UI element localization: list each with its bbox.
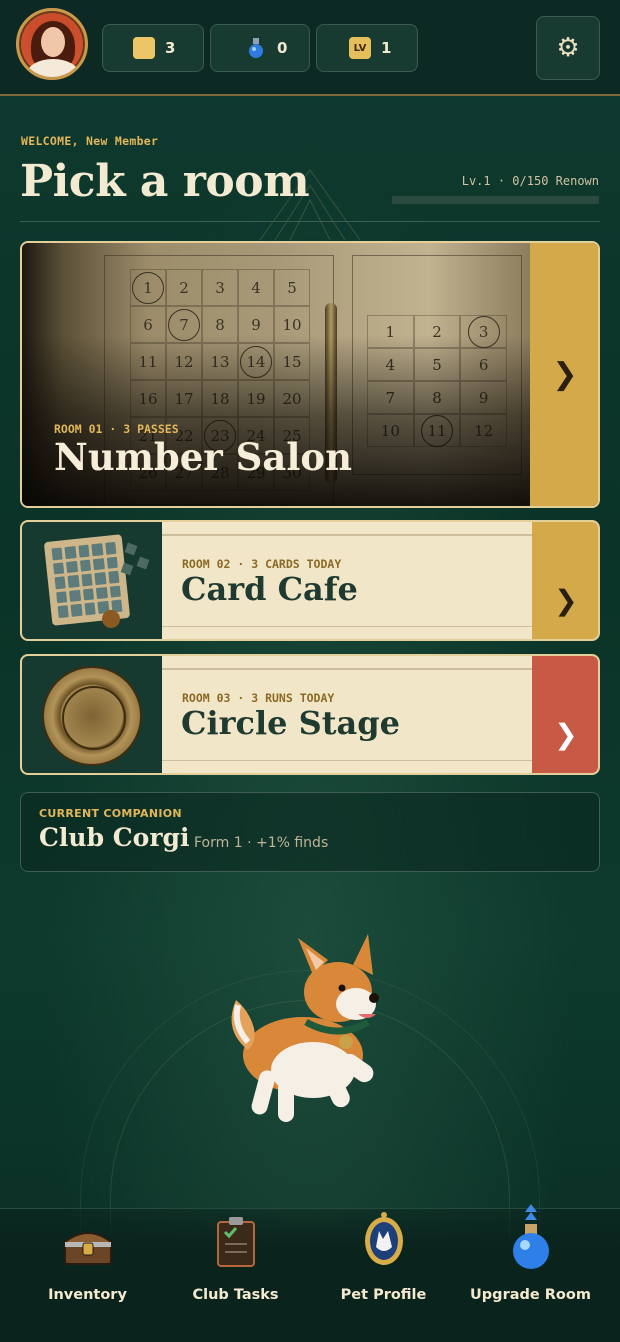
coin-count: 3 <box>165 39 176 57</box>
room-card-circle-stage[interactable]: ROOM 03 · 3 RUNS TODAY Circle Stage ❯ <box>20 654 600 775</box>
top-bar: 3 0 LV 1 ⚙ <box>0 0 620 96</box>
page-title: Pick a room <box>20 156 310 207</box>
companion-label: CURRENT COMPANION <box>39 807 182 820</box>
companion-name: Club Corgi <box>39 823 190 852</box>
circle-stage-thumbnail <box>22 656 162 773</box>
room-card-number-salon[interactable]: 1234567891011121314151617181920212223242… <box>20 241 600 508</box>
nav-pet-profile[interactable]: Pet Profile <box>306 1209 461 1342</box>
enter-room-button[interactable]: ❯ <box>532 522 598 639</box>
bottom-navigation: Inventory Club Tasks Pet Profile Upgrade… <box>0 1204 620 1342</box>
room-meta: ROOM 03 · 3 RUNS TODAY <box>182 691 335 705</box>
coin-icon <box>133 37 155 59</box>
nav-label: Upgrade Room <box>470 1287 591 1303</box>
potion-icon <box>245 37 267 59</box>
treasure-chest-icon <box>60 1209 116 1271</box>
potion-counter[interactable]: 0 <box>210 24 310 72</box>
room-name: Circle Stage <box>181 704 400 742</box>
chevron-right-icon: ❯ <box>554 718 578 751</box>
enter-room-button[interactable]: ❯ <box>530 243 598 506</box>
level-badge-icon: LV <box>349 37 371 59</box>
corgi-pet-image[interactable] <box>218 930 388 1130</box>
pet-medallion-icon <box>356 1209 412 1271</box>
potion-flask-icon <box>503 1204 559 1271</box>
nav-club-tasks[interactable]: Club Tasks <box>158 1209 313 1342</box>
potion-count: 0 <box>277 39 288 57</box>
companion-description: Form 1 · +1% finds <box>194 835 329 851</box>
room-meta: ROOM 02 · 3 CARDS TODAY <box>182 557 342 571</box>
renown-progress-bar <box>392 196 599 204</box>
level-indicator[interactable]: LV 1 <box>316 24 418 72</box>
gear-icon: ⚙ <box>556 33 580 63</box>
clipboard-icon <box>208 1209 264 1271</box>
bronze-disc-image <box>42 666 142 766</box>
nav-inventory[interactable]: Inventory <box>10 1209 165 1342</box>
player-avatar[interactable] <box>16 8 88 80</box>
nav-label: Inventory <box>48 1287 127 1303</box>
room-name: Card Cafe <box>181 570 358 608</box>
nav-upgrade-room[interactable]: Upgrade Room <box>453 1204 608 1342</box>
nav-label: Club Tasks <box>192 1287 279 1303</box>
renown-text: Lv.1 · 0/150 Renown <box>461 174 599 188</box>
room-meta: ROOM 01 · 3 PASSES <box>54 422 179 436</box>
chevron-right-icon: ❯ <box>554 584 578 617</box>
chevron-right-icon: ❯ <box>552 357 578 392</box>
nav-label: Pet Profile <box>340 1287 427 1303</box>
room-name: Number Salon <box>54 435 352 479</box>
room-card-card-cafe[interactable]: ROOM 02 · 3 CARDS TODAY Card Cafe ❯ <box>20 520 600 641</box>
coin-counter[interactable]: 3 <box>102 24 204 72</box>
companion-panel[interactable]: CURRENT COMPANION Club Corgi Form 1 · +1… <box>20 792 600 872</box>
coin-image <box>102 610 120 628</box>
card-cafe-thumbnail <box>22 522 162 639</box>
settings-button[interactable]: ⚙ <box>536 16 600 80</box>
level-value: 1 <box>381 39 392 57</box>
welcome-text: WELCOME, New Member <box>21 134 159 148</box>
divider <box>20 221 600 222</box>
enter-room-button[interactable]: ❯ <box>532 656 598 773</box>
